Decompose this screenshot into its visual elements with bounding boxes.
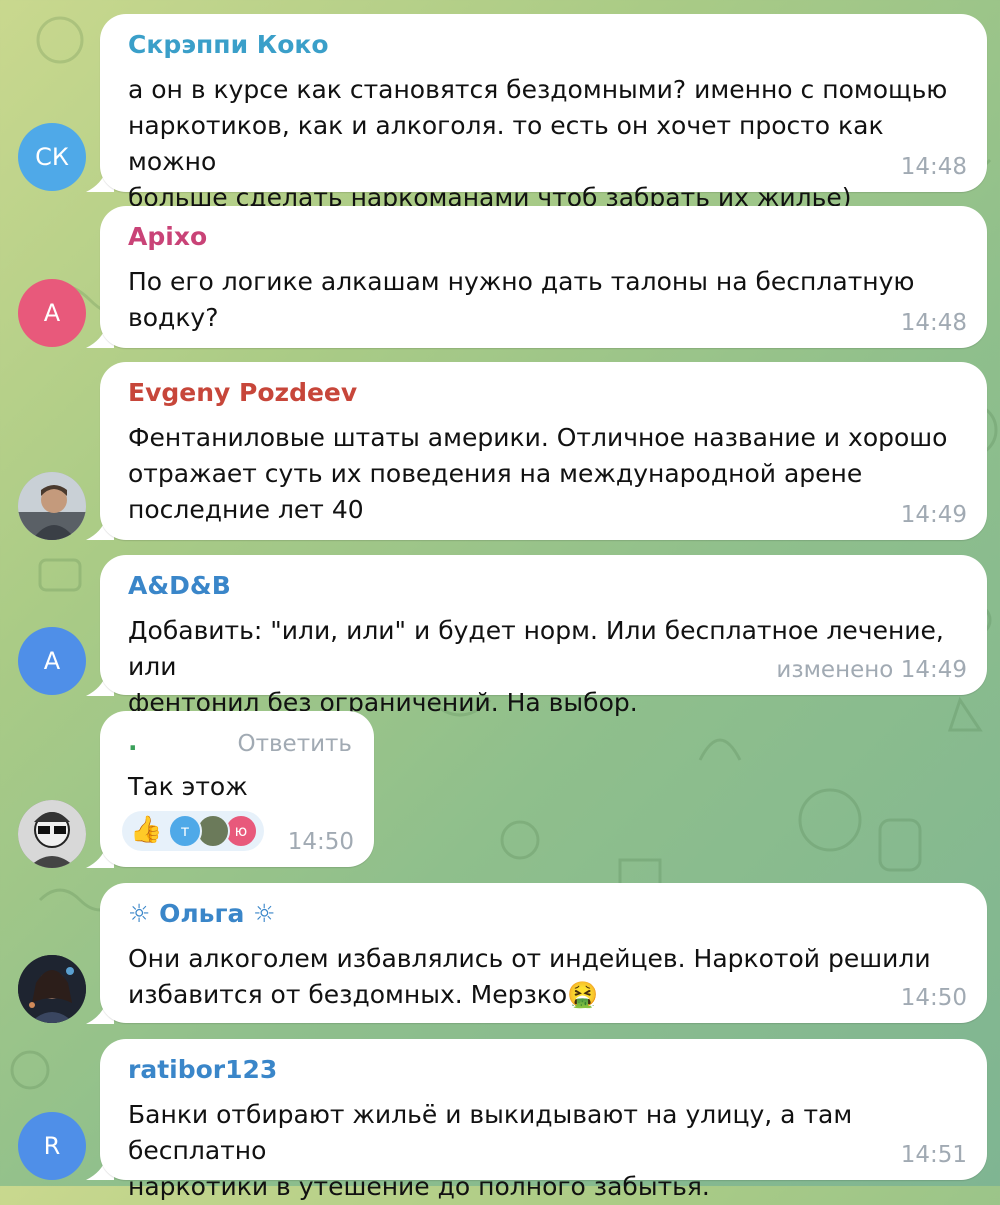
message-time: 14:50 [900, 985, 967, 1011]
person-photo-icon [18, 955, 86, 1023]
message-text: По его логике алкашам нужно дать талоны … [128, 267, 915, 332]
message-time: 14:50 [287, 829, 354, 855]
avatar[interactable]: A [18, 627, 86, 695]
avatar-initials: A [43, 647, 61, 675]
message-bubble[interactable]: A&D&B Добавить: "или, или" и будет норм.… [100, 555, 987, 717]
avatar-initials: A [43, 299, 61, 327]
person-photo-icon [18, 472, 86, 540]
author-name[interactable]: ratibor123 [128, 1055, 277, 1084]
avatar-initials: R [43, 1132, 61, 1160]
message-bubble[interactable]: Evgeny Pozdeev Фентаниловые штаты америк… [100, 362, 987, 540]
avatar-photo[interactable] [18, 800, 86, 868]
thumbs-up-icon: 👍 [130, 815, 163, 845]
message-bubble[interactable]: ratibor123 Банки отбирают жильё и выкиды… [100, 1039, 987, 1201]
avatar-initials: СК [35, 143, 69, 171]
author-name[interactable]: Скрэппи Коко [128, 30, 329, 59]
author-name[interactable]: Evgeny Pozdeev [128, 378, 357, 407]
message-bubble[interactable]: Apixo По его логике алкашам нужно дать т… [100, 206, 987, 348]
message-bubble[interactable]: ☼ Ольга ☼ Они алкоголем избавлялись от и… [100, 883, 987, 1023]
avatar-photo[interactable] [18, 955, 86, 1023]
reactor-avatar: т [168, 814, 202, 848]
message-text: а он в курсе как становятся бездомными? … [128, 75, 948, 212]
avatar[interactable]: СК [18, 123, 86, 191]
message-time: 14:48 [900, 154, 967, 180]
avatar[interactable]: R [18, 1112, 86, 1180]
avatar-photo[interactable] [18, 472, 86, 540]
message-text: Банки отбирают жильё и выкидывают на ули… [128, 1100, 853, 1201]
author-name[interactable]: A&D&B [128, 571, 231, 600]
author-name[interactable]: . [128, 727, 138, 756]
message-text: Они алкоголем избавлялись от индейцев. Н… [128, 944, 931, 1009]
message-time: 14:48 [900, 310, 967, 336]
author-name[interactable]: ☼ Ольга ☼ [128, 899, 276, 928]
avatar[interactable]: A [18, 279, 86, 347]
message-time: изменено 14:49 [776, 657, 967, 683]
message-time: 14:51 [900, 1142, 967, 1168]
message-text: Фентаниловые штаты америки. Отличное наз… [128, 423, 948, 524]
edited-label: изменено [776, 657, 894, 683]
person-photo-icon [18, 800, 86, 868]
message-bubble[interactable]: Скрэппи Коко а он в курсе как становятся… [100, 14, 987, 212]
time-value: 14:49 [900, 657, 967, 683]
reply-button[interactable]: Ответить [237, 731, 352, 757]
author-name[interactable]: Apixo [128, 222, 207, 251]
message-bubble[interactable]: . Ответить Так этож геноцид 👍 т ю 14:50 [100, 711, 374, 867]
reaction-chip[interactable]: 👍 т ю [122, 811, 264, 851]
message-time: 14:49 [900, 502, 967, 528]
